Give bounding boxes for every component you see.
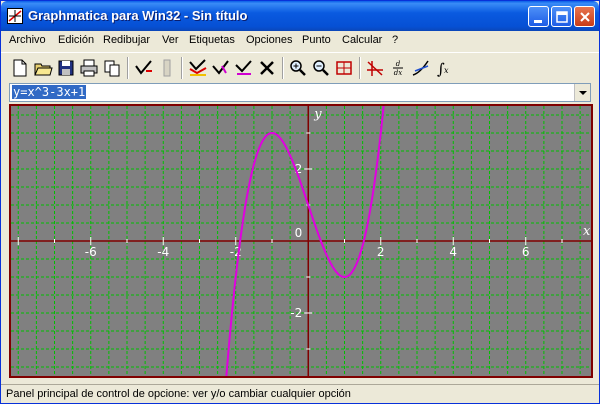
toolbar-separator (181, 57, 183, 79)
delete-graph-button[interactable] (256, 57, 278, 79)
toolbar-separator (127, 57, 129, 79)
x-tick-label: -4 (157, 245, 169, 259)
toolbar-separator (359, 57, 361, 79)
grid-pencil-icon (163, 59, 171, 77)
multi-graph-icon (189, 59, 207, 76)
menu-edicion[interactable]: Edición (58, 34, 94, 46)
draw-graph-icon (135, 60, 152, 75)
integral-icon: ∫ x (437, 60, 449, 78)
new-file-icon (13, 59, 27, 77)
menu-calcular[interactable]: Calcular (342, 34, 382, 46)
menu-archivo[interactable]: Archivo (9, 34, 46, 46)
multi-graph-button[interactable] (187, 57, 209, 79)
crosshair-icon (367, 61, 383, 76)
title-bar[interactable]: Graphmatica para Win32 - Sin título (1, 1, 599, 31)
x-tick-label: 2 (377, 245, 385, 259)
svg-text:d: d (396, 60, 401, 68)
tangent-icon (412, 60, 429, 76)
chevron-down-icon (579, 91, 587, 95)
zoom-out-icon (313, 60, 329, 76)
zoom-in-icon (290, 60, 306, 76)
minimize-icon (534, 20, 542, 23)
menu-help[interactable]: ? (392, 34, 398, 46)
x-axis-label: x (583, 224, 591, 239)
integral-button[interactable]: ∫ x (433, 57, 455, 79)
delete-graph-icon (260, 61, 274, 75)
menu-ver[interactable]: Ver (162, 34, 179, 46)
close-button[interactable] (574, 6, 595, 27)
open-folder-icon (34, 63, 53, 76)
maximize-button[interactable] (551, 6, 572, 27)
grid-pencil-button[interactable] (156, 57, 178, 79)
graph-canvas[interactable]: -6 -4 -2 2 4 6-202 x y (11, 106, 591, 376)
derivative-button[interactable]: d dx (387, 57, 409, 79)
y-axis-label: y (313, 107, 322, 122)
redraw-all-icon (212, 60, 229, 75)
y-tick-label: 0 (295, 226, 303, 240)
status-text: Panel principal de control de opcione: v… (6, 388, 351, 400)
menu-bar: Archivo Edición Redibujar Ver Etiquetas … (1, 31, 599, 50)
crosshair-button[interactable] (364, 57, 386, 79)
status-bar: Panel principal de control de opcione: v… (1, 384, 599, 403)
zoom-out-button[interactable] (310, 57, 332, 79)
y-tick-label: -2 (290, 306, 302, 320)
window-title: Graphmatica para Win32 - Sin título (28, 8, 248, 23)
toolbar-separator (282, 57, 284, 79)
axes (11, 106, 591, 376)
equation-dropdown-button[interactable] (574, 84, 590, 101)
zoom-in-button[interactable] (287, 57, 309, 79)
equation-combobox[interactable]: y=x^3-3x+1 (9, 83, 591, 102)
x-tick-label: -6 (85, 245, 97, 259)
zoom-box-button[interactable] (333, 57, 355, 79)
graph-panel[interactable]: -6 -4 -2 2 4 6 -2 0 2 x y (9, 104, 593, 378)
x-tick-label: 6 (522, 245, 530, 259)
zoom-box-icon (336, 61, 352, 75)
menu-opciones[interactable]: Opciones (246, 34, 292, 46)
derivative-icon: ddx (393, 60, 403, 77)
edit-graph-icon (235, 60, 252, 75)
menu-etiquetas[interactable]: Etiquetas (189, 34, 235, 46)
application-window: Graphmatica para Win32 - Sin título Arch… (0, 0, 600, 404)
new-button[interactable] (9, 57, 31, 79)
tangent-button[interactable] (410, 57, 432, 79)
menu-redibujar[interactable]: Redibujar (103, 34, 150, 46)
close-icon (580, 12, 590, 22)
open-button[interactable] (32, 57, 54, 79)
menu-punto[interactable]: Punto (302, 34, 331, 46)
copy-icon (104, 60, 120, 77)
toolbar: d dx ∫ x (1, 52, 599, 82)
graphmatica-app-icon[interactable] (7, 8, 23, 24)
svg-text:x: x (444, 66, 449, 75)
print-icon (80, 59, 98, 77)
edit-graph-button[interactable] (233, 57, 255, 79)
save-disk-icon (58, 60, 74, 76)
redraw-all-button[interactable] (210, 57, 232, 79)
svg-text:dx: dx (394, 69, 402, 77)
draw-graph-button[interactable] (133, 57, 155, 79)
minimize-button[interactable] (528, 6, 549, 27)
equation-input[interactable]: y=x^3-3x+1 (12, 85, 87, 99)
save-button[interactable] (55, 57, 77, 79)
print-button[interactable] (78, 57, 100, 79)
copy-button[interactable] (101, 57, 123, 79)
maximize-icon (556, 11, 568, 23)
x-tick-label: 4 (449, 245, 457, 259)
